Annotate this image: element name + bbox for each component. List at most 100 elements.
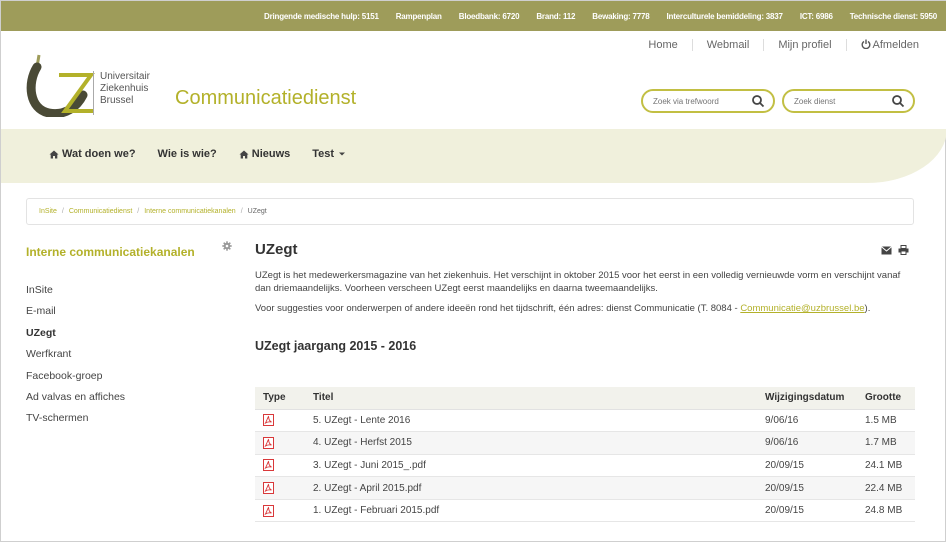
search-keyword-input[interactable] xyxy=(653,96,743,106)
user-links: Home Webmail Mijn profiel Afmelden xyxy=(634,39,919,51)
power-icon xyxy=(861,39,870,50)
contact-text-end: ). xyxy=(864,303,871,314)
title-cell[interactable]: 5. UZegt - Lente 2016 xyxy=(305,409,757,433)
type-cell xyxy=(255,431,305,455)
pdf-file-icon xyxy=(263,414,274,427)
site-header: Universitair Ziekenhuis Brussel Communic… xyxy=(1,31,946,129)
topbar-item-bloedbank[interactable]: Bloedbank: 6720 xyxy=(459,12,520,21)
breadcrumb-separator: / xyxy=(240,208,243,215)
nav-wat-doen-we[interactable]: Wat doen we? xyxy=(49,148,136,160)
size-cell: 22.4 MB xyxy=(857,476,915,500)
nav-test-dropdown[interactable]: Test xyxy=(312,148,349,160)
pdf-file-icon xyxy=(263,459,274,472)
site-title[interactable]: Communicatiedienst xyxy=(175,87,356,110)
sidebar-item-email[interactable]: E-mail xyxy=(26,304,236,325)
topbar-item-medische-hulp[interactable]: Dringende medische hulp: 5151 xyxy=(264,12,379,21)
search-icon[interactable] xyxy=(751,94,765,108)
date-cell: 20/09/15 xyxy=(757,476,857,500)
sidebar-item-facebook-groep[interactable]: Facebook-groep xyxy=(26,369,236,390)
search-service-input[interactable] xyxy=(794,96,884,106)
nav-label: Wat doen we? xyxy=(62,148,136,160)
logo-line-1: Universitair xyxy=(100,71,151,82)
contact-paragraph: Voor suggesties voor onderwerpen of ande… xyxy=(255,302,915,315)
size-cell: 24.1 MB xyxy=(857,454,915,478)
table-row[interactable]: 4. UZegt - Herfst 2015 9/06/16 1.7 MB xyxy=(255,431,915,455)
sidebar-item-ad-valvas[interactable]: Ad valvas en affiches xyxy=(26,390,236,411)
column-header-titel[interactable]: Titel xyxy=(305,387,757,410)
logout-link[interactable]: Afmelden xyxy=(845,39,919,51)
breadcrumb-item-communicatiedienst[interactable]: Communicatiedienst xyxy=(69,208,132,215)
table-row[interactable]: 1. UZegt - Februari 2015.pdf 20/09/15 24… xyxy=(255,499,915,523)
emergency-bar: Dringende medische hulp: 5151 Rampenplan… xyxy=(1,1,946,31)
breadcrumb: InSite / Communicatiedienst / Interne co… xyxy=(26,198,914,225)
nav-nieuws[interactable]: Nieuws xyxy=(239,148,291,160)
sidebar-item-insite[interactable]: InSite xyxy=(26,283,236,304)
size-cell: 1.5 MB xyxy=(857,409,915,433)
type-cell xyxy=(255,499,305,523)
section-subtitle: UZegt jaargang 2015 - 2016 xyxy=(255,339,417,353)
table-header-row: Type Titel Wijzigingsdatum Grootte xyxy=(255,387,915,410)
topbar-item-bewaking[interactable]: Bewaking: 7778 xyxy=(592,12,649,21)
table-row[interactable]: 5. UZegt - Lente 2016 9/06/16 1.5 MB xyxy=(255,409,915,433)
page-tools xyxy=(875,242,909,260)
pdf-file-icon xyxy=(263,436,274,449)
page-title: UZegt xyxy=(255,241,298,258)
date-cell: 20/09/15 xyxy=(757,454,857,478)
size-cell: 24.8 MB xyxy=(857,499,915,523)
breadcrumb-item-interne-kanalen[interactable]: Interne communicatiekanalen xyxy=(144,208,235,215)
home-link[interactable]: Home xyxy=(634,39,691,51)
email-button[interactable] xyxy=(881,242,892,260)
gear-icon[interactable] xyxy=(222,241,232,251)
print-button[interactable] xyxy=(898,242,909,260)
date-cell: 9/06/16 xyxy=(757,409,857,433)
logo-line-2: Ziekenhuis xyxy=(100,83,149,94)
uz-logo[interactable] xyxy=(25,53,95,119)
main-nav: Wat doen we? Wie is wie? Nieuws Test xyxy=(1,129,946,183)
contact-email-link[interactable]: Communicatie@uzbrussel.be xyxy=(740,303,864,314)
uz-logo-icon xyxy=(26,54,95,119)
breadcrumb-separator: / xyxy=(61,208,64,215)
topbar-item-rampenplan[interactable]: Rampenplan xyxy=(396,12,442,21)
nav-label: Wie is wie? xyxy=(157,148,217,160)
profile-link[interactable]: Mijn profiel xyxy=(763,39,845,51)
table-row[interactable]: 3. UZegt - Juni 2015_.pdf 20/09/15 24.1 … xyxy=(255,454,915,478)
search-keyword-box xyxy=(641,89,775,113)
nav-label: Nieuws xyxy=(251,148,291,160)
home-icon xyxy=(239,150,249,158)
topbar-item-bemiddeling[interactable]: Interculturele bemiddeling: 3837 xyxy=(667,12,784,21)
sidebar-item-tv-schermen[interactable]: TV-schermen xyxy=(26,411,236,432)
contact-text: Voor suggesties voor onderwerpen of ande… xyxy=(255,303,741,314)
topbar-item-technische-dienst[interactable]: Technische dienst: 5950 xyxy=(850,12,937,21)
column-header-wijzigingsdatum[interactable]: Wijzigingsdatum xyxy=(757,387,857,410)
type-cell xyxy=(255,454,305,478)
envelope-icon xyxy=(881,246,892,255)
type-cell xyxy=(255,409,305,433)
sidebar-title[interactable]: Interne communicatiekanalen xyxy=(26,245,236,259)
webmail-link[interactable]: Webmail xyxy=(691,39,764,51)
title-cell[interactable]: 4. UZegt - Herfst 2015 xyxy=(305,431,757,455)
breadcrumb-item-insite[interactable]: InSite xyxy=(39,208,57,215)
sidebar: Interne communicatiekanalen InSite E-mai… xyxy=(26,241,236,433)
breadcrumb-separator: / xyxy=(137,208,140,215)
logo-wordmark: Universitair Ziekenhuis Brussel xyxy=(93,71,150,115)
column-header-grootte[interactable]: Grootte xyxy=(857,387,915,410)
sidebar-item-werfkrant[interactable]: Werfkrant xyxy=(26,347,236,368)
home-icon xyxy=(49,150,59,158)
table-row[interactable]: 2. UZegt - April 2015.pdf 20/09/15 22.4 … xyxy=(255,476,915,500)
print-icon xyxy=(898,245,909,255)
breadcrumb-current: UZegt xyxy=(247,208,267,215)
date-cell: 20/09/15 xyxy=(757,499,857,523)
title-cell[interactable]: 2. UZegt - April 2015.pdf xyxy=(305,476,757,500)
topbar-item-ict[interactable]: ICT: 6986 xyxy=(800,12,833,21)
topbar-item-brand[interactable]: Brand: 112 xyxy=(536,12,575,21)
intro-paragraph: UZegt is het medewerkersmagazine van het… xyxy=(255,270,901,294)
date-cell: 9/06/16 xyxy=(757,431,857,455)
title-cell[interactable]: 1. UZegt - Februari 2015.pdf xyxy=(305,499,757,523)
column-header-type[interactable]: Type xyxy=(255,387,305,410)
logout-label: Afmelden xyxy=(872,39,919,51)
title-cell[interactable]: 3. UZegt - Juni 2015_.pdf xyxy=(305,454,757,478)
search-icon[interactable] xyxy=(891,94,905,108)
sidebar-item-uzegt[interactable]: UZegt xyxy=(26,326,236,347)
pdf-file-icon xyxy=(263,482,274,495)
nav-wie-is-wie[interactable]: Wie is wie? xyxy=(158,148,217,160)
